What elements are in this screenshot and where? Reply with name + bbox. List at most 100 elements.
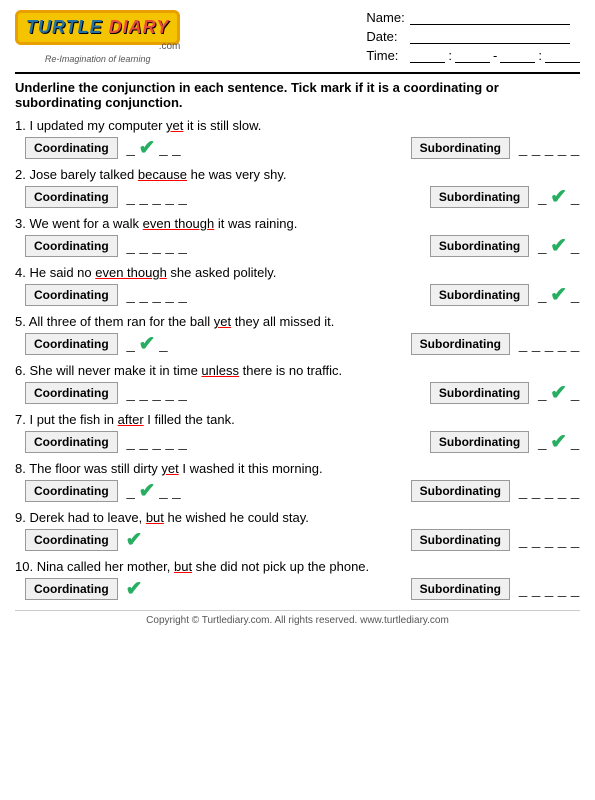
question-num-7: 7. <box>15 412 29 427</box>
subordinating-button[interactable]: Subordinating <box>430 382 529 404</box>
question-3: 3. We went for a walk even though it was… <box>15 216 580 257</box>
sentence-text: she asked politely. <box>167 265 277 280</box>
coordinating-button[interactable]: Coordinating <box>25 431 118 453</box>
name-line <box>410 11 570 25</box>
conjunction-word: yet <box>166 118 183 133</box>
coordinating-button[interactable]: Coordinating <box>25 235 118 257</box>
dash-mark: _ <box>152 434 162 451</box>
answer-row-2: Coordinating_____Subordinating_✔_ <box>25 186 580 208</box>
question-num-9: 9. <box>15 510 29 525</box>
subordinating-button[interactable]: Subordinating <box>430 431 529 453</box>
checkmark-icon: ✔ <box>139 334 156 354</box>
dash-mark: _ <box>158 140 168 157</box>
subord-dashes: _✔_ <box>537 285 580 305</box>
subord-dashes: _____ <box>518 483 580 500</box>
dash-mark: _ <box>557 483 567 500</box>
logo-area: TURTLE DIARY .com Re-Imagination of lear… <box>15 10 180 64</box>
checkmark-icon: ✔ <box>550 383 567 403</box>
conjunction-word: but <box>146 510 164 525</box>
coord-dashes: _____ <box>126 189 188 206</box>
coordinating-button[interactable]: Coordinating <box>25 284 118 306</box>
dash-mark: _ <box>165 385 175 402</box>
subordinating-button[interactable]: Subordinating <box>430 284 529 306</box>
checkmark-icon: ✔ <box>139 481 156 501</box>
time-sep2: : <box>538 48 542 63</box>
dash-mark: _ <box>126 189 136 206</box>
conjunction-word: unless <box>201 363 239 378</box>
dash-mark: _ <box>570 385 580 402</box>
sentence-text: Jose barely talked <box>29 167 137 182</box>
dash-mark: _ <box>518 336 528 353</box>
subordinating-side: Subordinating_____ <box>411 333 580 355</box>
coordinating-button[interactable]: Coordinating <box>25 529 118 551</box>
conjunction-word: even though <box>143 216 215 231</box>
subordinating-button[interactable]: Subordinating <box>430 235 529 257</box>
dash-mark: _ <box>537 385 547 402</box>
question-9: 9. Derek had to leave, but he wished he … <box>15 510 580 551</box>
subordinating-button[interactable]: Subordinating <box>411 529 510 551</box>
dash-mark: _ <box>531 483 541 500</box>
question-1: 1. I updated my computer yet it is still… <box>15 118 580 159</box>
dash-mark: _ <box>171 140 181 157</box>
sentence-text: I washed it this morning. <box>179 461 323 476</box>
dash-mark: _ <box>518 483 528 500</box>
dash-mark: _ <box>126 385 136 402</box>
date-line <box>410 30 570 44</box>
instructions: Underline the conjunction in each senten… <box>15 72 580 110</box>
question-text-8: 8. The floor was still dirty yet I washe… <box>15 461 580 476</box>
question-text-10: 10. Nina called her mother, but she did … <box>15 559 580 574</box>
dash-mark: _ <box>139 385 149 402</box>
conjunction-word: even though <box>95 265 167 280</box>
sentence-text: She will never make it in time <box>29 363 201 378</box>
answer-row-3: Coordinating_____Subordinating_✔_ <box>25 235 580 257</box>
coordinating-button[interactable]: Coordinating <box>25 333 118 355</box>
coordinating-button[interactable]: Coordinating <box>25 186 118 208</box>
instructions-text: Underline the conjunction in each senten… <box>15 80 499 110</box>
coord-dashes: ✔ <box>126 579 143 599</box>
subordinating-button[interactable]: Subordinating <box>411 480 510 502</box>
subordinating-side: Subordinating_✔_ <box>430 431 580 453</box>
coord-dashes: _____ <box>126 287 188 304</box>
subord-dashes: _✔_ <box>537 383 580 403</box>
answer-row-7: Coordinating_____Subordinating_✔_ <box>25 431 580 453</box>
subordinating-button[interactable]: Subordinating <box>430 186 529 208</box>
dash-mark: _ <box>165 434 175 451</box>
dash-mark: _ <box>158 336 168 353</box>
name-field-row: Name: <box>366 10 580 25</box>
time-h1 <box>410 49 445 63</box>
logo-com: .com <box>159 41 181 52</box>
subordinating-button[interactable]: Subordinating <box>411 578 510 600</box>
dash-mark: _ <box>518 140 528 157</box>
footer: Copyright © Turtlediary.com. All rights … <box>15 610 580 626</box>
dash-mark: _ <box>531 532 541 549</box>
time-dash: - <box>493 48 497 63</box>
sentence-text: it was raining. <box>214 216 297 231</box>
dash-mark: _ <box>139 238 149 255</box>
subordinating-button[interactable]: Subordinating <box>411 333 510 355</box>
coordinating-button[interactable]: Coordinating <box>25 137 118 159</box>
coordinating-button[interactable]: Coordinating <box>25 382 118 404</box>
dash-mark: _ <box>152 385 162 402</box>
subordinating-side: Subordinating _____ <box>411 480 580 502</box>
dash-mark: _ <box>570 140 580 157</box>
time-m1 <box>455 49 490 63</box>
dash-mark: _ <box>139 287 149 304</box>
coord-dashes: _____ <box>126 385 188 402</box>
dash-mark: _ <box>126 483 136 500</box>
question-num-3: 3. <box>15 216 29 231</box>
dash-mark: _ <box>152 238 162 255</box>
dash-mark: _ <box>126 336 136 353</box>
dash-mark: _ <box>126 140 136 157</box>
coordinating-button[interactable]: Coordinating <box>25 578 118 600</box>
dash-mark: _ <box>557 336 567 353</box>
time-h2 <box>500 49 535 63</box>
dash-mark: _ <box>126 238 136 255</box>
subordinating-button[interactable]: Subordinating <box>411 137 510 159</box>
dash-mark: _ <box>531 581 541 598</box>
sentence-text: We went for a walk <box>29 216 142 231</box>
sentence-text: All three of them ran for the ball <box>29 314 214 329</box>
coordinating-button[interactable]: Coordinating <box>25 480 118 502</box>
dash-mark: _ <box>178 287 188 304</box>
sentence-text: I updated my computer <box>29 118 166 133</box>
time-field-row: Time: : - : <box>366 48 580 63</box>
